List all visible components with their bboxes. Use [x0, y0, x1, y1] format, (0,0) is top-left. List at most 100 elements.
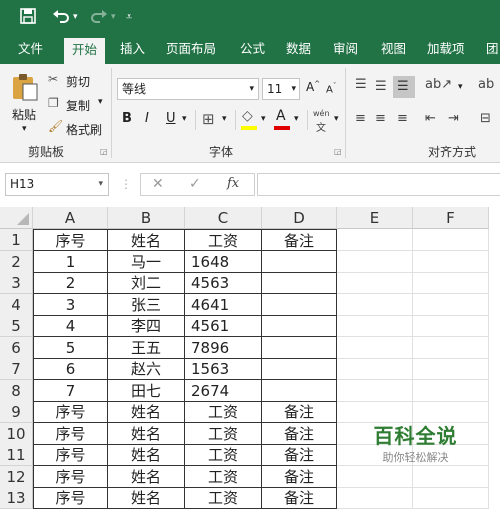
- table-cell[interactable]: 备注: [262, 465, 337, 488]
- table-cell[interactable]: 赵六: [108, 358, 185, 380]
- table-cell[interactable]: 工资: [185, 465, 262, 488]
- bold-button[interactable]: B: [122, 111, 132, 126]
- table-cell[interactable]: [337, 293, 413, 316]
- table-cell[interactable]: 序号: [33, 422, 108, 445]
- font-size-box[interactable]: 11 ▾: [262, 78, 300, 100]
- table-cell[interactable]: 工资: [185, 229, 262, 251]
- column-header[interactable]: B: [108, 207, 185, 229]
- table-cell[interactable]: [337, 272, 413, 294]
- table-cell[interactable]: 工资: [185, 444, 262, 466]
- phonetic-guide-icon[interactable]: wén: [313, 109, 330, 118]
- table-cell[interactable]: 王五: [108, 336, 185, 359]
- paste-dropdown-icon[interactable]: ▾: [22, 124, 27, 134]
- name-box[interactable]: H13 ▾: [5, 173, 109, 196]
- table-cell[interactable]: 田七: [108, 379, 185, 402]
- underline-button[interactable]: U: [166, 111, 176, 126]
- tab-data[interactable]: 数据: [286, 36, 311, 64]
- row-header[interactable]: 13: [0, 487, 33, 509]
- tab-insert[interactable]: 插入: [120, 36, 145, 64]
- table-cell[interactable]: 李四: [108, 315, 185, 337]
- table-cell[interactable]: [337, 250, 413, 273]
- font-color-icon[interactable]: A: [276, 108, 286, 124]
- underline-dropdown-icon[interactable]: ▾: [182, 114, 187, 124]
- table-cell[interactable]: 2: [33, 272, 108, 294]
- borders-icon[interactable]: ⊞: [202, 110, 215, 128]
- table-cell[interactable]: 2674: [185, 379, 262, 402]
- undo-icon[interactable]: [52, 8, 70, 28]
- customize-qat-icon[interactable]: ⩡: [126, 8, 132, 26]
- table-cell[interactable]: 7896: [185, 336, 262, 359]
- top-align-icon[interactable]: ☰: [355, 77, 367, 92]
- cut-button[interactable]: 剪切: [66, 73, 90, 90]
- table-cell[interactable]: [262, 315, 337, 337]
- table-cell[interactable]: [413, 379, 489, 402]
- undo-dropdown-icon[interactable]: ▾: [73, 8, 78, 26]
- table-cell[interactable]: [262, 250, 337, 273]
- row-header[interactable]: 2: [0, 250, 33, 273]
- row-header[interactable]: 8: [0, 379, 33, 402]
- table-cell[interactable]: 4: [33, 315, 108, 337]
- table-cell[interactable]: 姓名: [108, 401, 185, 423]
- table-cell[interactable]: 姓名: [108, 465, 185, 488]
- table-cell[interactable]: 序号: [33, 465, 108, 488]
- row-header[interactable]: 4: [0, 293, 33, 316]
- column-header[interactable]: C: [185, 207, 262, 229]
- table-cell[interactable]: 姓名: [108, 422, 185, 445]
- table-cell[interactable]: 工资: [185, 422, 262, 445]
- table-cell[interactable]: [413, 465, 489, 488]
- copy-dropdown-icon[interactable]: ▾: [98, 97, 103, 107]
- table-cell[interactable]: 刘二: [108, 272, 185, 294]
- align-right-icon[interactable]: ≡: [397, 111, 408, 126]
- column-header[interactable]: D: [262, 207, 337, 229]
- row-header[interactable]: 3: [0, 272, 33, 294]
- wrap-text-icon[interactable]: ab: [478, 77, 494, 92]
- table-cell[interactable]: 序号: [33, 401, 108, 423]
- table-cell[interactable]: 张三: [108, 293, 185, 316]
- table-cell[interactable]: 5: [33, 336, 108, 359]
- bottom-align-selected[interactable]: ☰: [393, 76, 415, 98]
- align-left-icon[interactable]: ≡: [355, 111, 366, 126]
- table-cell[interactable]: 序号: [33, 487, 108, 509]
- table-cell[interactable]: [262, 379, 337, 402]
- table-cell[interactable]: 工资: [185, 401, 262, 423]
- font-launcher-icon[interactable]: ◲: [334, 147, 342, 156]
- table-cell[interactable]: 序号: [33, 229, 108, 251]
- table-cell[interactable]: [337, 336, 413, 359]
- row-header[interactable]: 7: [0, 358, 33, 380]
- font-size-dropdown-icon[interactable]: ▾: [291, 79, 296, 99]
- tab-home[interactable]: 开始: [64, 38, 106, 64]
- table-cell[interactable]: 备注: [262, 229, 337, 251]
- table-cell[interactable]: 序号: [33, 444, 108, 466]
- save-icon[interactable]: [20, 8, 36, 28]
- font-name-box[interactable]: 等线 ▾: [117, 78, 259, 100]
- table-cell[interactable]: [337, 315, 413, 337]
- table-cell[interactable]: 3: [33, 293, 108, 316]
- row-header[interactable]: 6: [0, 336, 33, 359]
- table-cell[interactable]: [262, 336, 337, 359]
- table-cell[interactable]: [337, 487, 413, 509]
- copy-button[interactable]: 复制: [66, 97, 90, 114]
- tab-review[interactable]: 审阅: [333, 36, 358, 64]
- cancel-entry-icon[interactable]: ✕: [152, 176, 164, 192]
- orientation-dropdown-icon[interactable]: ▾: [458, 82, 463, 92]
- table-cell[interactable]: [262, 293, 337, 316]
- format-painter-button[interactable]: 格式刷: [66, 121, 102, 138]
- font-name-dropdown-icon[interactable]: ▾: [249, 79, 254, 99]
- table-cell[interactable]: 姓名: [108, 229, 185, 251]
- orientation-icon[interactable]: ab↗: [425, 77, 452, 92]
- fill-color-dropdown-icon[interactable]: ▾: [261, 114, 266, 124]
- table-cell[interactable]: [413, 272, 489, 294]
- table-cell[interactable]: 备注: [262, 422, 337, 445]
- table-cell[interactable]: [337, 465, 413, 488]
- table-cell[interactable]: 4641: [185, 293, 262, 316]
- select-all-corner[interactable]: [0, 207, 33, 229]
- table-cell[interactable]: 姓名: [108, 487, 185, 509]
- table-cell[interactable]: 姓名: [108, 444, 185, 466]
- tab-addins[interactable]: 加载项: [427, 36, 465, 64]
- font-color-dropdown-icon[interactable]: ▾: [294, 114, 299, 124]
- table-cell[interactable]: 1648: [185, 250, 262, 273]
- table-cell[interactable]: 7: [33, 379, 108, 402]
- tab-formulas[interactable]: 公式: [240, 36, 265, 64]
- phonetic-dropdown-icon[interactable]: ▾: [334, 114, 339, 124]
- paste-button[interactable]: 粘贴: [12, 106, 36, 123]
